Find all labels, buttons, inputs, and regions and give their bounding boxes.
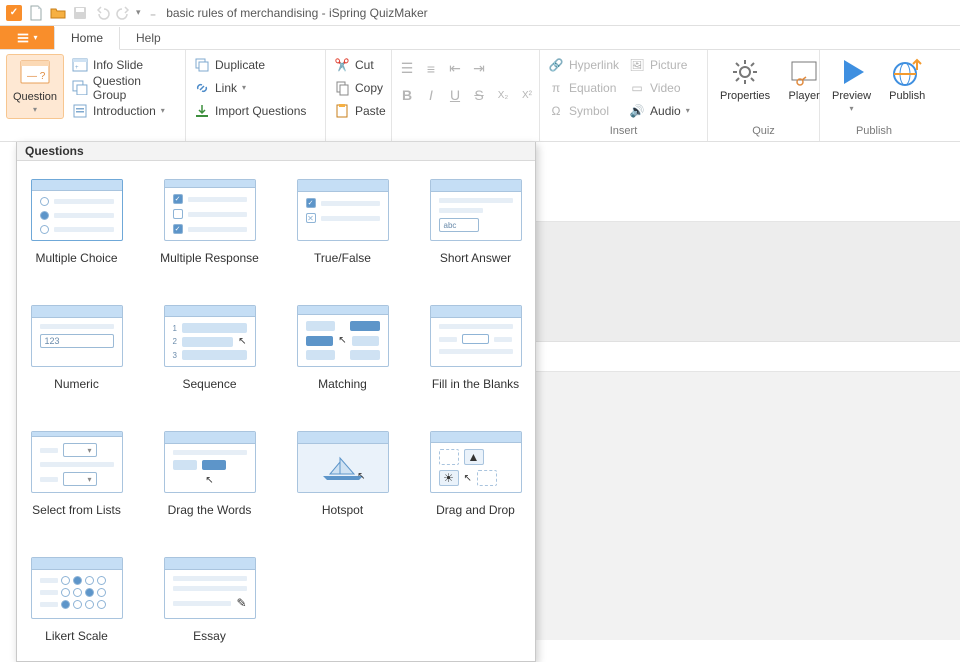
gallery-item-true-false[interactable]: ✕ True/False [293, 179, 392, 265]
gallery-item-drag-drop[interactable]: ▲ ☀↖ Drag and Drop [426, 431, 525, 517]
equation-button: πEquation [546, 77, 621, 98]
indent-icon[interactable]: ⇥ [470, 60, 488, 77]
quick-access-toolbar: ▾ ₌ [6, 5, 156, 21]
player-icon [788, 56, 820, 88]
globe-upload-icon [891, 56, 923, 88]
cut-button[interactable]: ✂️Cut [332, 54, 388, 75]
link-icon [194, 80, 210, 96]
clipboard-icon [334, 103, 350, 119]
window-title: basic rules of merchandising - iSpring Q… [166, 6, 427, 20]
cursor-icon: ↖ [357, 471, 365, 482]
subscript-icon[interactable]: X₂ [494, 90, 512, 101]
gallery-item-likert[interactable]: Likert Scale [27, 557, 126, 643]
italic-icon[interactable]: I [422, 87, 440, 103]
question-group-button[interactable]: Question Group [70, 77, 179, 98]
gallery-item-sequence[interactable]: 1 2↖ 3 Sequence [160, 305, 259, 391]
strike-icon[interactable]: S [470, 87, 488, 103]
gallery-header: Questions [17, 142, 535, 161]
copy-button[interactable]: Copy [332, 77, 388, 98]
cursor-icon: ↖ [205, 475, 213, 486]
import-questions-button[interactable]: Import Questions [192, 100, 308, 121]
font-format-row: B I U S X₂ X² [398, 81, 536, 103]
properties-button[interactable]: Properties [714, 54, 776, 104]
gallery-item-drag-words[interactable]: ↖ Drag the Words [160, 431, 259, 517]
equation-icon: π [548, 80, 564, 96]
audio-icon: 🔊 [629, 103, 645, 119]
number-list-icon[interactable]: ≡ [422, 61, 440, 77]
info-slide-icon: + [72, 57, 88, 73]
preview-button[interactable]: Preview▾ [826, 54, 877, 117]
app-icon [6, 5, 22, 21]
picture-button: 🖼Picture [627, 54, 692, 75]
title-bar: ▾ ₌ basic rules of merchandising - iSpri… [0, 0, 960, 26]
info-slide-button[interactable]: +Info Slide [70, 54, 179, 75]
cursor-icon: ↖ [464, 473, 472, 484]
paste-button[interactable]: Paste [332, 100, 388, 121]
superscript-icon[interactable]: X² [518, 90, 536, 101]
duplicate-icon [194, 57, 210, 73]
introduction-icon [72, 103, 88, 119]
gallery-item-matching[interactable]: ↖ Matching [293, 305, 392, 391]
open-folder-icon[interactable] [50, 5, 66, 21]
question-gallery-popup: Questions Multiple Choice Multiple Respo… [16, 142, 536, 662]
gallery-item-numeric[interactable]: 123 Numeric [27, 305, 126, 391]
tab-home[interactable]: Home [54, 27, 120, 50]
bold-icon[interactable]: B [398, 87, 416, 103]
new-file-icon[interactable] [28, 5, 44, 21]
list-format-row: ☰ ≡ ⇤ ⇥ [398, 54, 488, 77]
picture-icon: 🖼 [629, 57, 645, 73]
qat-customize-icon[interactable]: ▾ [136, 7, 141, 18]
quiz-group-label: Quiz [714, 123, 813, 141]
symbol-button: ΩSymbol [546, 100, 621, 121]
gallery-item-select-lists[interactable]: ▾ ▾ Select from Lists [27, 431, 126, 517]
insert-group-label: Insert [546, 123, 701, 141]
file-tab[interactable]: ▾ [0, 26, 54, 49]
gallery-item-multiple-choice[interactable]: Multiple Choice [27, 179, 126, 265]
hyperlink-icon: 🔗 [548, 57, 564, 73]
link-button[interactable]: Link ▾ [192, 77, 308, 98]
ribbon: — ? Question▾ +Info Slide Question Group… [0, 50, 960, 142]
undo-icon[interactable] [94, 5, 110, 21]
pencil-icon: ✎ [236, 596, 246, 610]
ribbon-tabs: ▾ Home Help [0, 26, 960, 50]
content-area: Questions Multiple Choice Multiple Respo… [0, 142, 960, 640]
gallery-item-hotspot[interactable]: ↖ Hotspot [293, 431, 392, 517]
hyperlink-button: 🔗Hyperlink [546, 54, 621, 75]
svg-text:+: + [75, 65, 79, 71]
duplicate-button[interactable]: Duplicate [192, 54, 308, 75]
publish-group-label: Publish [826, 123, 922, 141]
scissors-icon: ✂️ [334, 57, 350, 73]
question-group-icon [72, 80, 88, 96]
gear-icon [729, 56, 761, 88]
gallery-item-essay[interactable]: ✎ Essay [160, 557, 259, 643]
cursor-icon: ↖ [338, 335, 346, 346]
publish-button[interactable]: Publish [883, 54, 931, 104]
gallery-item-fill-blanks[interactable]: Fill in the Blanks [426, 305, 525, 391]
video-button: ▭Video [627, 77, 692, 98]
video-icon: ▭ [629, 80, 645, 96]
question-slide-icon: — ? [19, 57, 51, 89]
play-icon [836, 56, 868, 88]
question-button[interactable]: — ? Question▾ [6, 54, 64, 119]
tab-help[interactable]: Help [120, 26, 178, 49]
cursor-icon: ↖ [238, 336, 246, 347]
introduction-button[interactable]: Introduction ▾ [70, 100, 179, 121]
gallery-item-short-answer[interactable]: abc Short Answer [426, 179, 525, 265]
save-icon[interactable] [72, 5, 88, 21]
symbol-icon: Ω [548, 103, 564, 119]
svg-text:— ?: — ? [27, 71, 46, 82]
gallery-item-multiple-response[interactable]: Multiple Response [160, 179, 259, 265]
import-icon [194, 103, 210, 119]
underline-icon[interactable]: U [446, 87, 464, 103]
copy-icon [334, 80, 350, 96]
audio-button[interactable]: 🔊Audio ▾ [627, 100, 692, 121]
bullet-list-icon[interactable]: ☰ [398, 60, 416, 77]
outdent-icon[interactable]: ⇤ [446, 60, 464, 77]
redo-icon[interactable] [116, 5, 132, 21]
